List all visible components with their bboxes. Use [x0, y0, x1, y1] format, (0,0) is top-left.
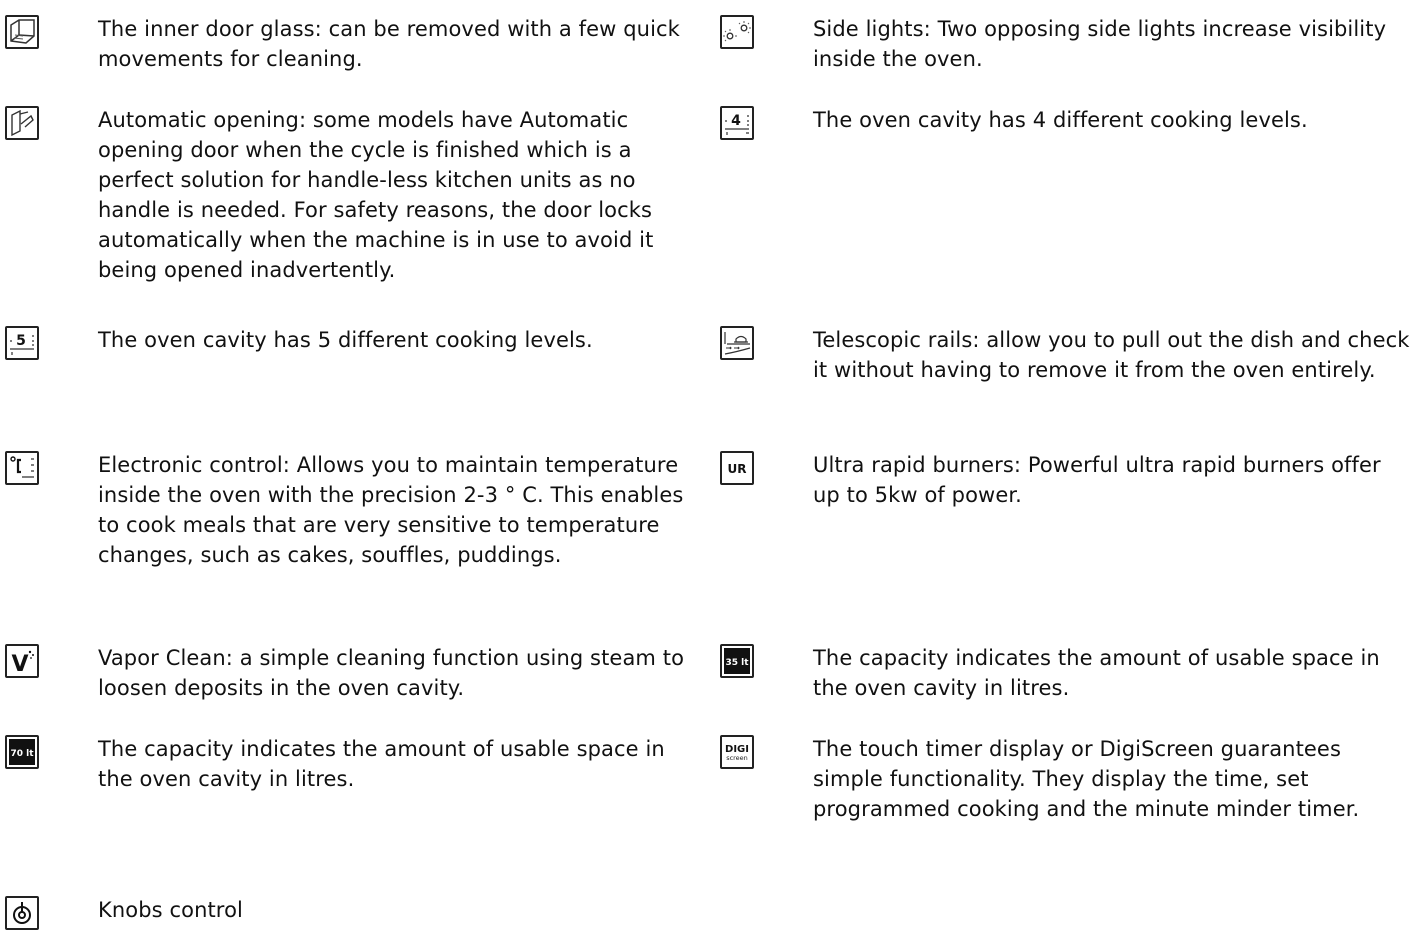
feature-text: Knobs control: [98, 898, 243, 922]
digiscreen-icon: DIGI screen: [720, 735, 754, 769]
feature-text: Telescopic rails: allow you to pull out …: [813, 328, 1410, 382]
capacity-35-label: 35 lt: [725, 658, 749, 668]
five-levels-label: 5: [16, 333, 26, 349]
vapor-clean-label: V: [11, 652, 28, 676]
feature-text: Ultra rapid burners: Powerful ultra rapi…: [813, 453, 1381, 507]
feature-text: The touch timer display or DigiScreen gu…: [813, 737, 1360, 821]
capacity-70-icon: 70 lt: [5, 735, 39, 769]
feature-text: Side lights: Two opposing side lights in…: [813, 17, 1387, 71]
digiscreen-sublabel: screen: [726, 754, 748, 762]
feature-text: The oven cavity has 4 different cooking …: [813, 108, 1308, 132]
automatic-opening-door-icon: [5, 106, 39, 140]
five-levels-icon: 5: [5, 326, 39, 360]
capacity-35-icon: 35 lt: [720, 644, 754, 678]
feature-text: Vapor Clean: a simple cleaning function …: [98, 646, 685, 700]
feature-text: The capacity indicates the amount of usa…: [98, 737, 665, 791]
vapor-clean-icon: V: [5, 644, 39, 678]
side-lights-icon: [720, 15, 754, 49]
ultra-rapid-label: UR: [728, 462, 747, 476]
door-glass-icon: [5, 15, 39, 49]
knob-icon: [5, 896, 39, 930]
feature-text: Automatic opening: some models have Auto…: [98, 108, 654, 282]
feature-text: Electronic control: Allows you to mainta…: [98, 453, 684, 567]
four-levels-icon: 4: [720, 106, 754, 140]
telescopic-rails-icon: [720, 326, 754, 360]
ultra-rapid-burner-icon: UR: [720, 451, 754, 485]
feature-text: The capacity indicates the amount of usa…: [813, 646, 1380, 700]
capacity-70-label: 70 lt: [10, 749, 34, 759]
feature-text: The inner door glass: can be removed wit…: [98, 17, 680, 71]
four-levels-label: 4: [731, 113, 741, 129]
feature-text: The oven cavity has 5 different cooking …: [98, 328, 593, 352]
electronic-control-icon: [5, 451, 39, 485]
